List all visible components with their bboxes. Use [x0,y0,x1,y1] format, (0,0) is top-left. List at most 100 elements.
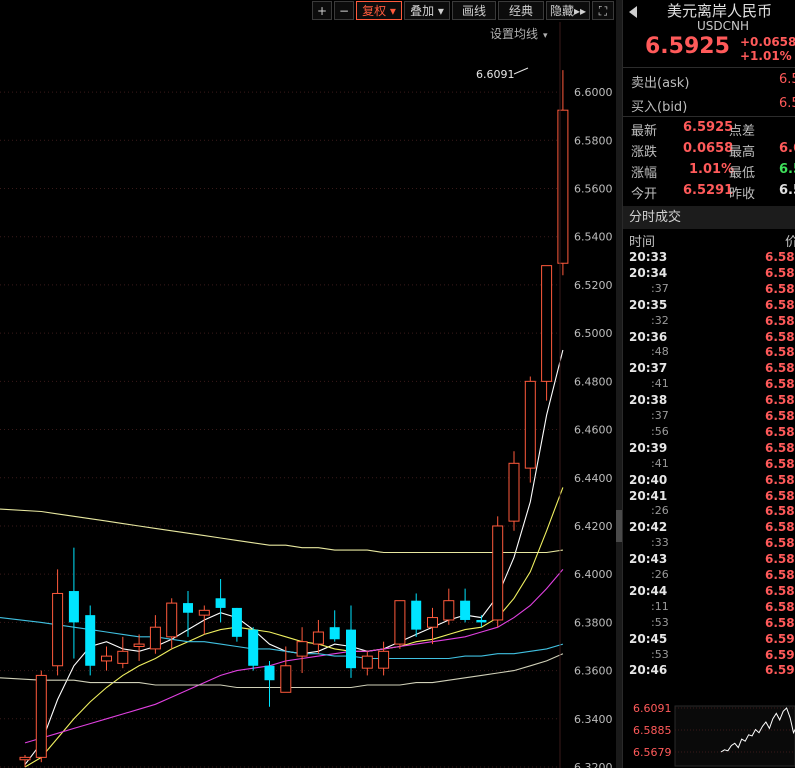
candle-body-up [557,109,569,264]
spread-label: 点差 [729,124,756,139]
tick-row: :11 6.588 [623,600,795,616]
candle-body-up [166,602,178,638]
low-label: 最低 [729,166,756,181]
classic-button[interactable]: 经典 [498,1,544,20]
tick-time: 20:41 [629,488,668,503]
tick-row: 20:37 6.584 [623,361,795,377]
candle-body-up [361,655,373,669]
tick-row: 20:41 6.585 [623,489,795,505]
change-value: +0.0658 [740,35,795,49]
tick-seconds: :53 [651,615,669,629]
y-tick-label: 6.6000 [574,86,613,99]
tick-row: :26 6.580 [623,568,795,584]
candle-body-up [280,665,292,693]
ticks-header[interactable]: 分时成交 [623,206,795,229]
candle-body-down [329,627,340,640]
tick-price: 6.580 [765,536,795,551]
tick-price: 6.592 [765,647,795,662]
overlay-label: 叠加 [410,4,435,18]
y-tick-label: 6.3400 [574,713,613,726]
back-arrow-icon[interactable] [629,6,637,18]
change-percent: +1.01% [740,49,792,63]
tick-price: 6.582 [765,345,795,360]
tick-price: 6.590 [765,631,795,646]
tick-time: 20:37 [629,361,668,376]
ma-line-ma10 [24,487,564,768]
candles [19,70,569,767]
candle-body-down [411,600,422,630]
open-label: 今开 [631,187,658,202]
tick-row: 20:45 6.590 [623,632,795,648]
tick-row: 20:35 6.587 [623,298,795,314]
tick-row: :33 6.580 [623,536,795,552]
ma-settings-caret-icon: ▾ [543,31,548,41]
tick-row: 20:44 6.589 [623,584,795,600]
overlay-button[interactable]: 叠加 ▾ [404,1,450,20]
quote-panel: 美元离岸人民币 USDCNH 6.5925 +0.0658 +1.01% 卖出(… [622,0,795,768]
prev-close-value: 6.5 [779,183,795,198]
ma-settings-link[interactable]: 设置均线 [490,27,538,41]
tick-price: 6.584 [765,377,795,392]
y-tick-label: 6.3800 [574,616,613,629]
fullscreen-icon[interactable]: ⛶ [592,1,614,20]
tick-time: 20:40 [629,472,668,487]
ma-line-ma5 [24,349,564,765]
candle-body-up [378,650,390,669]
tick-time: 20:35 [629,297,668,312]
candle-body-up [133,643,145,647]
tick-price: 6.587 [765,313,795,328]
tick-time: 20:44 [629,583,668,598]
high-annotation-arrow [513,67,529,75]
pct-value: 1.01% [689,162,735,177]
tick-price: 6.587 [765,552,795,567]
draw-line-button[interactable]: 画线 [452,1,496,20]
candle-body-up [52,592,64,667]
chart-toolbar: + − 复权 ▾ 叠加 ▾ 画线 经典 隐藏▸▸ ⛶ [0,0,616,22]
fuquan-button[interactable]: 复权 ▾ [356,1,402,20]
tick-row: 20:34 6.587 [623,266,795,282]
ticks-col-time: 时间 [629,235,656,250]
candle-body-up [427,617,438,628]
hide-button[interactable]: 隐藏▸▸ [546,1,590,20]
price-change: +0.0658 +1.01% [740,35,795,63]
candle-body-up [492,525,504,621]
tick-row: 20:39 6.584 [623,441,795,457]
tick-row: 20:33 6.587 [623,250,795,266]
latest-value: 6.5925 [683,120,734,135]
tick-row: :41 6.584 [623,377,795,393]
candle-body-up [198,609,210,616]
tick-price: 6.587 [765,265,795,280]
tick-price: 6.584 [765,393,795,408]
candle-body-down [85,615,96,666]
candle-body-down [264,665,275,681]
tick-price: 6.585 [765,488,795,503]
divider [623,116,795,117]
candle-body-up [19,756,31,761]
candle-body-down [476,619,487,623]
tick-row: :56 6.584 [623,425,795,441]
tick-seconds: :26 [651,568,669,581]
candle-body-up [117,650,129,664]
tick-price: 6.585 [765,504,795,519]
ma-line-ma120 [0,508,563,554]
tick-price: 6.580 [765,568,795,582]
tick-seconds: :41 [651,456,669,470]
mini-intraday-chart[interactable]: 6.6091 6.5885 6.5679 [623,696,795,768]
zoom-in-button[interactable]: + [312,1,332,20]
tick-time: 20:43 [629,552,668,567]
tick-seconds: :26 [651,504,669,518]
tick-price: 6.584 [765,361,795,376]
candle-body-up [508,462,520,522]
tick-time: 20:34 [629,265,668,280]
ticks-col-price: 价 [785,231,795,250]
y-tick-label: 6.5000 [574,327,613,340]
change-label: 涨跌 [631,145,658,160]
tick-row: :37 6.587 [623,282,795,298]
tick-row: 20:43 6.587 [623,552,795,568]
candle-body-down [248,629,259,666]
zoom-out-button[interactable]: − [334,1,354,20]
candle-body-down [183,603,193,613]
tick-seconds: :48 [651,345,669,359]
fuquan-label: 复权 [362,4,387,18]
y-tick-label: 6.4200 [574,520,613,533]
